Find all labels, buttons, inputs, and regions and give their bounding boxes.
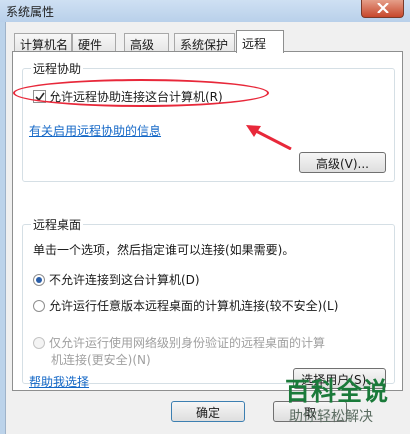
radio-button[interactable] xyxy=(33,300,45,312)
allow-remote-assistance-checkbox[interactable]: 允许远程协助连接这台计算机(R) xyxy=(33,88,223,105)
window-title: 系统属性 xyxy=(6,5,55,19)
remote-tab-panel: 远程协助 允许远程协助连接这台计算机(R) 有关启用远程协助的信息 高级(V).… xyxy=(12,51,403,391)
tab-hardware[interactable]: 硬件 xyxy=(72,33,116,52)
remote-assistance-group: 远程协助 允许远程协助连接这台计算机(R) 有关启用远程协助的信息 高级(V).… xyxy=(22,60,395,182)
radio-allow-nla-only: 仅允许运行使用网络级别身份验证的远程桌面的计算 机连接(更安全)(N) xyxy=(33,334,325,368)
close-icon xyxy=(377,3,389,13)
watermark-title: 百科全说 xyxy=(285,377,390,406)
remote-desktop-instruction: 单击一个选项，然后指定谁可以连接(如果需要)。 xyxy=(33,243,295,257)
close-button[interactable] xyxy=(361,0,404,18)
radio-button xyxy=(33,337,45,349)
help-me-choose-link[interactable]: 帮助我选择 xyxy=(29,373,89,390)
watermark-subtitle: 助你轻松解决 xyxy=(289,409,373,425)
title-bar: 系统属性 xyxy=(0,0,410,22)
tab-advanced[interactable]: 高级 xyxy=(124,33,169,52)
radio-button[interactable] xyxy=(33,274,45,286)
annotation-arrow-icon xyxy=(246,125,292,150)
checkmark-icon xyxy=(35,92,45,102)
tab-system-protection[interactable]: 系统保护 xyxy=(174,33,235,52)
radio-allow-any-version[interactable]: 允许运行任意版本远程桌面的计算机连接(较不安全)(L) xyxy=(33,297,338,314)
remote-desktop-title: 远程桌面 xyxy=(31,216,84,233)
tab-remote[interactable]: 远程 xyxy=(236,30,284,53)
remote-assistance-title: 远程协助 xyxy=(31,60,84,77)
remote-assistance-info-link[interactable]: 有关启用远程协助的信息 xyxy=(29,122,161,139)
checkbox-box[interactable] xyxy=(33,90,46,103)
tab-computer-name[interactable]: 计算机名 xyxy=(14,33,72,52)
watermark: 百科全说 助你轻松解决 xyxy=(285,372,410,434)
radio-disallow-connections[interactable]: 不允许连接到这台计算机(D) xyxy=(33,271,200,288)
ok-button[interactable]: 确定 xyxy=(171,401,245,422)
allow-remote-assistance-label: 允许远程协助连接这台计算机(R) xyxy=(49,90,223,104)
advanced-button[interactable]: 高级(V)... xyxy=(299,152,386,173)
remote-desktop-group: 远程桌面 单击一个选项，然后指定谁可以连接(如果需要)。 不允许连接到这台计算机… xyxy=(22,216,395,389)
